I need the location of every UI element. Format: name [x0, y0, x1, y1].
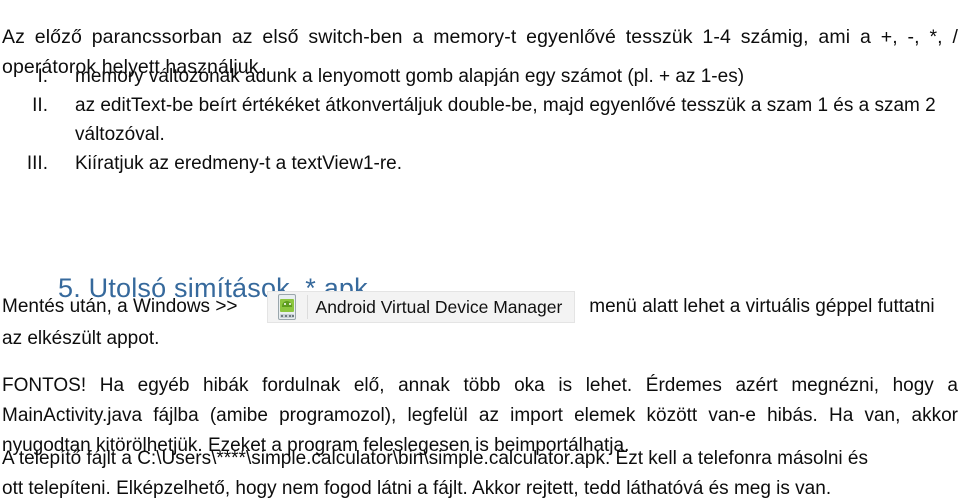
list-item: III. Kiíratjuk az eredmeny-t a textView1…	[0, 149, 960, 178]
roman-numeral-list: I. memory változónak adunk a lenyomott g…	[0, 62, 960, 178]
list-item-marker: III.	[26, 153, 48, 174]
avd-paragraph-line: Mentés után, a Windows >> Android Virtua…	[2, 290, 960, 324]
avd-text-before: Mentés után, a Windows >>	[2, 296, 238, 317]
avd-text-after: menü alatt lehet a virtuális géppel futt…	[589, 296, 935, 317]
installer-line-2: ott telepíteni. Elképzelhető, hogy nem f…	[2, 478, 832, 499]
list-item: II. az editText-be beírt értékéket átkon…	[0, 91, 960, 149]
document-page: Az előző parancssorban az első switch-be…	[0, 0, 960, 503]
avd-manager-label: Android Virtual Device Manager	[315, 297, 563, 317]
list-item-text: Kiíratjuk az eredmeny-t a textView1-re.	[75, 153, 403, 174]
avd-paragraph: Mentés után, a Windows >> Android Virtua…	[2, 290, 960, 353]
avd-manager-widget[interactable]: Android Virtual Device Manager	[266, 291, 576, 323]
installer-line-1: A telepítő fájlt a C:\Users\****\simple.…	[2, 448, 868, 469]
list-item-text: az editText-be beírt értékéket átkonvert…	[75, 95, 936, 145]
list-item-marker: I.	[37, 66, 48, 87]
widget-divider	[306, 295, 308, 319]
installer-paragraph: A telepítő fájlt a C:\Users\****\simple.…	[2, 444, 958, 504]
list-item: I. memory változónak adunk a lenyomott g…	[0, 62, 960, 91]
android-virtual-device-icon	[276, 294, 298, 320]
list-item-text: memory változónak adunk a lenyomott gomb…	[75, 66, 745, 87]
avd-paragraph-second-line: az elkészült appot.	[2, 328, 160, 349]
list-item-marker: II.	[32, 95, 48, 116]
